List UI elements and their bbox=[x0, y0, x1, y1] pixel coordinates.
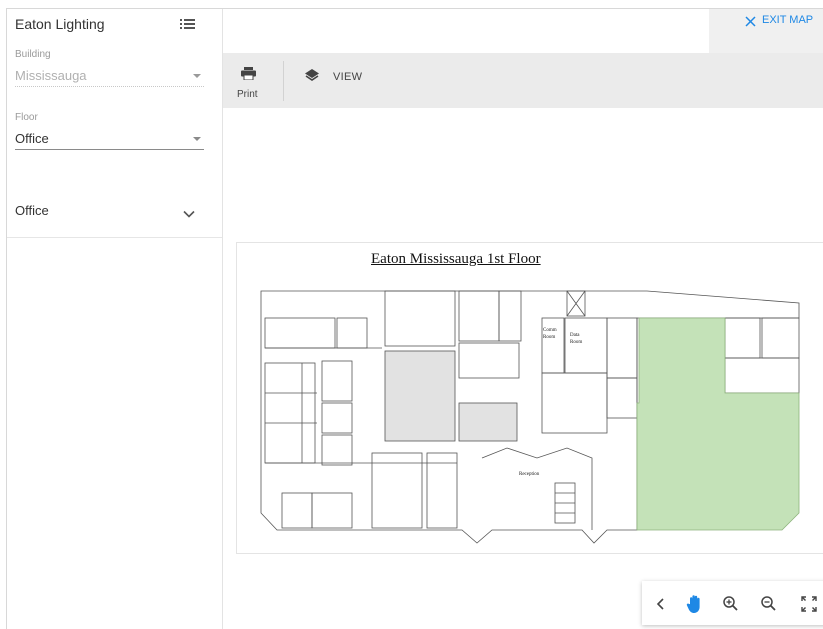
grey-room bbox=[384, 350, 456, 442]
view-button[interactable]: VIEW bbox=[305, 65, 375, 89]
print-button[interactable]: Print bbox=[231, 63, 267, 103]
sidebar-title: Eaton Lighting bbox=[15, 16, 105, 32]
building-select[interactable]: Mississauga bbox=[15, 65, 204, 87]
map-controls bbox=[642, 581, 823, 625]
close-icon bbox=[745, 14, 756, 27]
data-room-label-2: Room bbox=[570, 340, 582, 345]
reception-label: Reception bbox=[519, 472, 540, 477]
comm-room-label: Comm bbox=[543, 328, 557, 333]
floor-label: Floor bbox=[15, 112, 38, 123]
printer-icon bbox=[241, 67, 256, 80]
chevron-left-icon[interactable] bbox=[650, 593, 672, 615]
hand-icon[interactable] bbox=[684, 593, 706, 615]
section-label: Office bbox=[15, 203, 49, 218]
map-toolbar: Print VIEW bbox=[223, 53, 823, 108]
comm-room-label-2: Room bbox=[543, 335, 555, 340]
layers-icon bbox=[305, 69, 319, 81]
main-area: EXIT MAP Print VIEW Eaton Mississauga 1s… bbox=[223, 9, 823, 629]
zoom-in-icon[interactable] bbox=[720, 593, 742, 615]
exit-map-label: EXIT MAP bbox=[762, 14, 814, 26]
caret-down-icon bbox=[193, 74, 201, 78]
list-icon[interactable] bbox=[180, 17, 196, 31]
fullscreen-icon[interactable] bbox=[798, 593, 820, 615]
caret-down-icon bbox=[193, 137, 201, 141]
floor-plan-drawing: Comm Room Data Room Reception bbox=[260, 290, 800, 544]
grey-room bbox=[458, 402, 518, 442]
print-label: Print bbox=[237, 89, 258, 100]
floor-select[interactable]: Office bbox=[15, 128, 204, 150]
app-frame: Eaton Lighting Building Mississauga Floo… bbox=[6, 8, 823, 629]
zoom-out-icon[interactable] bbox=[758, 593, 780, 615]
building-value: Mississauga bbox=[15, 68, 87, 83]
floor-value: Office bbox=[15, 131, 49, 146]
chevron-down-icon bbox=[183, 205, 195, 218]
exit-map-button[interactable]: EXIT MAP bbox=[709, 9, 823, 53]
office-section-toggle[interactable]: Office bbox=[7, 197, 222, 238]
toolbar-divider bbox=[283, 61, 284, 101]
data-room-label: Data bbox=[570, 333, 580, 338]
building-label: Building bbox=[15, 49, 51, 60]
view-label: VIEW bbox=[333, 71, 363, 83]
sidebar: Eaton Lighting Building Mississauga Floo… bbox=[7, 9, 223, 629]
highlighted-zone bbox=[636, 317, 800, 531]
floor-plan-map[interactable]: Eaton Mississauga 1st Floor Comm Room Da… bbox=[236, 242, 823, 554]
